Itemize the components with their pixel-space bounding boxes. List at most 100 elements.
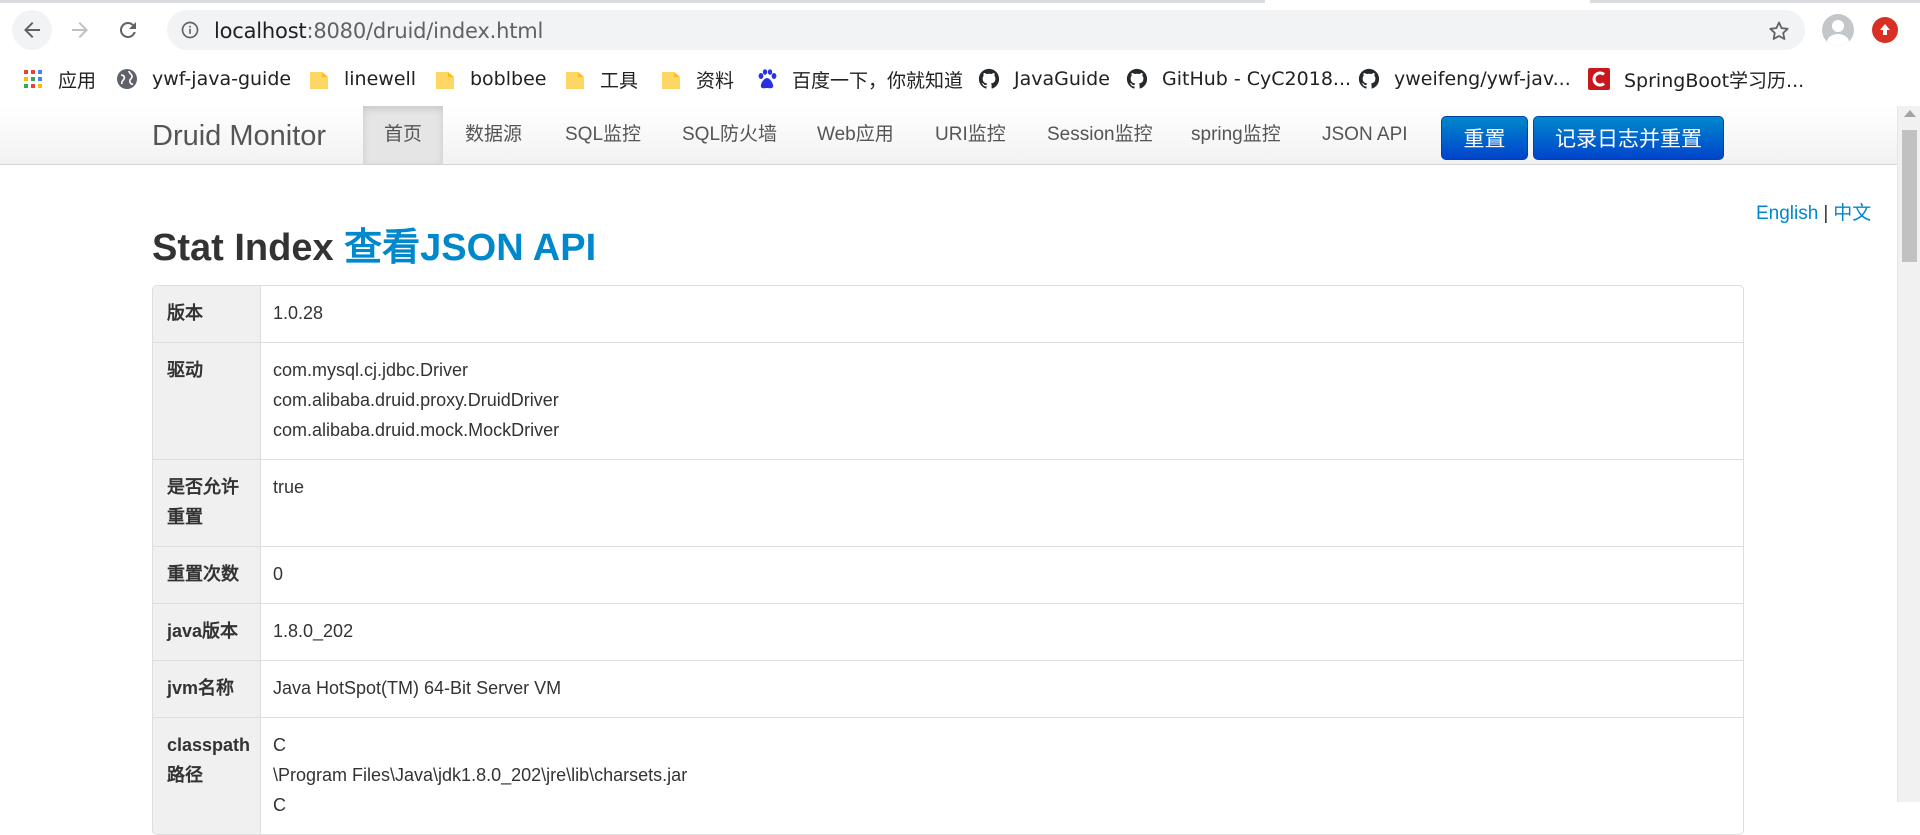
profile-avatar-icon[interactable] xyxy=(1822,14,1854,46)
nav-sql-monitor[interactable]: SQL监控 xyxy=(565,106,641,164)
bookmark-linewell[interactable]: linewell xyxy=(308,64,416,94)
page-title: Stat Index 查看JSON API xyxy=(152,216,596,271)
bookmark-yweifeng[interactable]: yweifeng/ywf-jav... xyxy=(1358,64,1571,94)
row-value-line: true xyxy=(273,477,305,497)
row-value: Java HotSpot(TM) 64-Bit Server VM xyxy=(261,661,1743,717)
row-value-line: \Program Files\Java\jdk1.8.0_202\jre\lib… xyxy=(273,765,688,785)
table-row: 版本 1.0.28 xyxy=(153,286,1743,342)
browser-chrome: localhost:8080/druid/index.html 应用 ywf-j… xyxy=(0,0,1920,106)
row-value: com.mysql.cj.jdbc.Driver com.alibaba.drui… xyxy=(261,343,1743,459)
url-text[interactable]: localhost:8080/druid/index.html xyxy=(214,19,543,43)
row-key-line: 重置次数 xyxy=(167,564,239,584)
bookmark-tools[interactable]: 工具 xyxy=(564,64,638,94)
row-value: true xyxy=(261,460,1743,546)
csdn-icon xyxy=(1588,68,1610,90)
bookmark-javaguide[interactable]: JavaGuide xyxy=(978,64,1110,94)
baidu-icon xyxy=(756,68,778,90)
lang-chinese-link[interactable]: 中文 xyxy=(1833,203,1871,224)
bookmark-materials[interactable]: 资料 xyxy=(660,64,734,94)
github-icon xyxy=(1358,68,1380,90)
url-path: :8080/druid/index.html xyxy=(306,19,544,43)
scrollbar-thumb[interactable] xyxy=(1902,130,1917,262)
info-icon[interactable] xyxy=(180,20,200,40)
row-key: 版本 xyxy=(153,286,261,342)
reset-button[interactable]: 重置 xyxy=(1441,116,1528,160)
row-value-line: 0 xyxy=(273,564,284,584)
row-key-line: jvm名称 xyxy=(167,678,235,698)
bookmark-label: GitHub - CyC2018... xyxy=(1162,68,1352,90)
globe-icon xyxy=(116,68,138,90)
bookmark-label: 百度一下，你就知道 xyxy=(792,69,964,92)
page-title-text: Stat Index xyxy=(152,227,334,269)
bookmark-boblbee[interactable]: boblbee xyxy=(434,64,546,94)
apps-grid-icon xyxy=(22,68,44,90)
page-scrollbar[interactable] xyxy=(1897,106,1920,802)
row-value-line: 1.8.0_202 xyxy=(273,621,354,641)
bookmark-label: yweifeng/ywf-jav... xyxy=(1394,68,1571,90)
brand-title[interactable]: Druid Monitor xyxy=(152,120,326,153)
bookmark-label: ywf-java-guide xyxy=(152,68,292,90)
github-icon xyxy=(978,68,1000,90)
nav-uri-monitor[interactable]: URI监控 xyxy=(935,106,1006,164)
nav-home[interactable]: 首页 xyxy=(363,106,443,164)
row-value: C \Program Files\Java\jdk1.8.0_202\jre\li… xyxy=(261,718,1743,834)
table-row: java版本 1.8.0_202 xyxy=(153,603,1743,660)
row-key: 重置次数 xyxy=(153,547,261,603)
address-bar[interactable]: localhost:8080/druid/index.html xyxy=(167,10,1805,50)
bookmarks-bar: 应用 ywf-java-guide linewell boblbee 工具 资料… xyxy=(0,60,1920,98)
row-key-line: java版本 xyxy=(167,621,239,641)
reload-button[interactable] xyxy=(108,10,148,50)
bookmark-star-icon[interactable] xyxy=(1767,19,1791,43)
row-key-line: 驱动 xyxy=(167,360,203,380)
bookmark-label: boblbee xyxy=(470,68,547,90)
arrow-right-icon xyxy=(72,22,88,38)
bookmark-springboot[interactable]: SpringBoot学习历... xyxy=(1588,64,1804,94)
bookmark-label: linewell xyxy=(344,68,417,90)
table-row: jvm名称 Java HotSpot(TM) 64-Bit Server VM xyxy=(153,660,1743,717)
row-value-line: Java HotSpot(TM) 64-Bit Server VM xyxy=(273,678,562,698)
github-icon xyxy=(1126,68,1148,90)
bookmark-apps[interactable]: 应用 xyxy=(22,64,96,94)
json-api-link[interactable]: 查看JSON API xyxy=(344,227,596,269)
lang-english-link[interactable]: English xyxy=(1756,203,1818,224)
nav-json-api[interactable]: JSON API xyxy=(1322,106,1408,164)
row-key: 驱动 xyxy=(153,343,261,459)
bookmark-baidu[interactable]: 百度一下，你就知道 xyxy=(756,64,963,94)
reload-icon xyxy=(119,21,136,38)
row-key-line: 路径 xyxy=(167,765,203,785)
log-and-reset-button[interactable]: 记录日志并重置 xyxy=(1533,116,1724,160)
nav-datasource[interactable]: 数据源 xyxy=(465,106,522,164)
nav-web-app[interactable]: Web应用 xyxy=(817,106,894,164)
bookmark-label: SpringBoot学习历... xyxy=(1624,69,1805,92)
bookmark-label: 应用 xyxy=(58,69,97,92)
row-key: 是否允许 重置 xyxy=(153,460,261,546)
table-row: 重置次数 0 xyxy=(153,546,1743,603)
bookmark-label: JavaGuide xyxy=(1014,68,1110,90)
row-key: java版本 xyxy=(153,604,261,660)
row-value-line: com.mysql.cj.jdbc.Driver xyxy=(273,360,469,380)
bookmark-github-cyc2018[interactable]: GitHub - CyC2018... xyxy=(1126,64,1351,94)
stat-index-table: 版本 1.0.28 驱动 com.mysql.cj.jdbc.Driver com.al… xyxy=(152,285,1744,835)
bookmark-label: 工具 xyxy=(600,69,639,92)
table-row: 驱动 com.mysql.cj.jdbc.Driver com.alibaba.dr… xyxy=(153,342,1743,459)
row-key: classpath 路径 xyxy=(153,718,261,834)
back-button[interactable] xyxy=(12,10,52,50)
url-host: localhost xyxy=(214,19,307,43)
folder-icon xyxy=(434,68,456,90)
row-key: jvm名称 xyxy=(153,661,261,717)
folder-icon xyxy=(308,68,330,90)
row-key-line: 重置 xyxy=(167,507,203,527)
folder-icon xyxy=(660,68,682,90)
forward-button[interactable] xyxy=(60,10,100,50)
update-arrow-icon[interactable] xyxy=(1872,17,1898,43)
bookmark-ywf-java-guide[interactable]: ywf-java-guide xyxy=(116,64,291,94)
bookmark-label: 资料 xyxy=(696,69,735,92)
row-value-line: C xyxy=(273,735,286,755)
scroll-up-arrow-icon[interactable] xyxy=(1904,110,1916,117)
nav-sql-firewall[interactable]: SQL防火墙 xyxy=(682,106,777,164)
row-value: 1.0.28 xyxy=(261,286,1743,342)
nav-session-monitor[interactable]: Session监控 xyxy=(1047,106,1153,164)
table-row: classpath 路径 C \Program Files\Java\jdk1.8.0… xyxy=(153,717,1743,834)
tab-strip xyxy=(0,0,1920,4)
nav-spring-monitor[interactable]: spring监控 xyxy=(1191,106,1281,164)
